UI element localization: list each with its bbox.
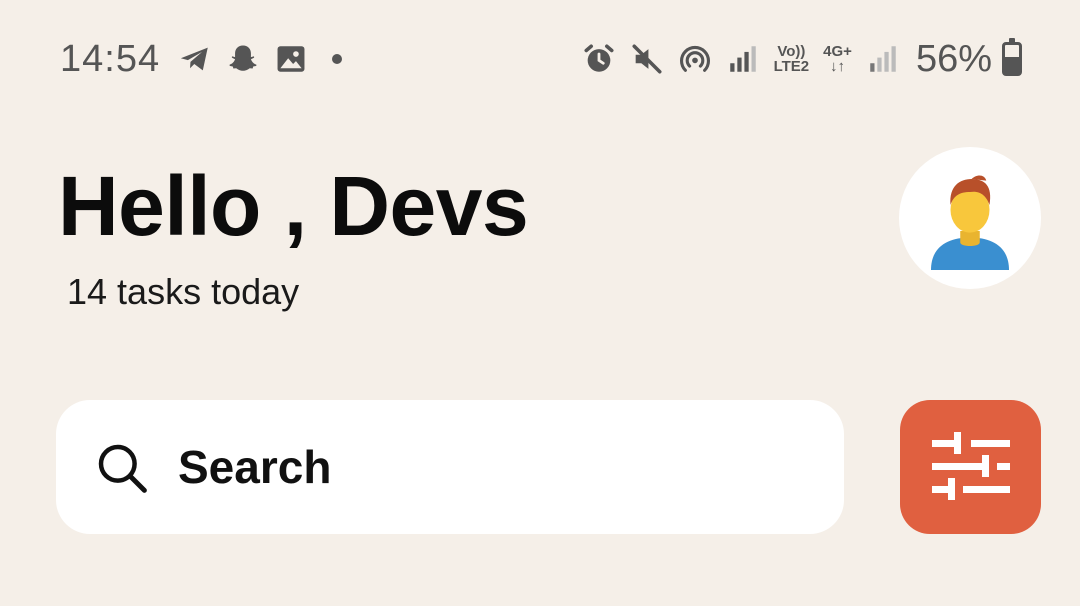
signal-weak-icon xyxy=(866,42,900,76)
search-input[interactable]: Search xyxy=(178,440,331,494)
telegram-icon xyxy=(178,42,212,76)
volte-label-top: Vo)) xyxy=(777,43,806,60)
volte-icon: Vo)) LTE2 xyxy=(774,44,810,74)
status-bar: 14:54 Vo)) LTE2 4G+ ↓↑ 56% xyxy=(0,0,1080,118)
status-right: Vo)) LTE2 4G+ ↓↑ 56% xyxy=(582,36,1022,82)
greeting-title: Hello , Devs xyxy=(58,159,529,253)
volte-label-bottom: LTE2 xyxy=(773,58,810,75)
battery-icon xyxy=(1002,38,1022,76)
network-label-top: 4G+ xyxy=(823,43,852,60)
sliders-icon xyxy=(931,432,1010,500)
alarm-icon xyxy=(582,42,616,76)
battery-fill xyxy=(1005,57,1019,73)
network-label-bottom: ↓↑ xyxy=(830,58,846,75)
status-left: 14:54 xyxy=(60,36,343,82)
hotspot-icon xyxy=(678,42,712,76)
user-avatar-icon xyxy=(931,175,1009,270)
task-count-subtitle: 14 tasks today xyxy=(67,271,300,312)
status-time: 14:54 xyxy=(60,37,161,80)
battery-percent: 56% xyxy=(915,37,992,80)
filter-button[interactable] xyxy=(900,400,1041,534)
signal-icon xyxy=(726,42,760,76)
search-bar[interactable]: Search xyxy=(56,400,844,534)
snapchat-icon xyxy=(226,42,260,76)
network-4g-icon: 4G+ ↓↑ xyxy=(823,44,852,74)
notification-dot-icon xyxy=(332,54,343,64)
user-avatar-button[interactable] xyxy=(899,147,1041,289)
mute-icon xyxy=(630,42,664,76)
gallery-icon xyxy=(274,42,308,76)
search-icon xyxy=(94,440,150,496)
